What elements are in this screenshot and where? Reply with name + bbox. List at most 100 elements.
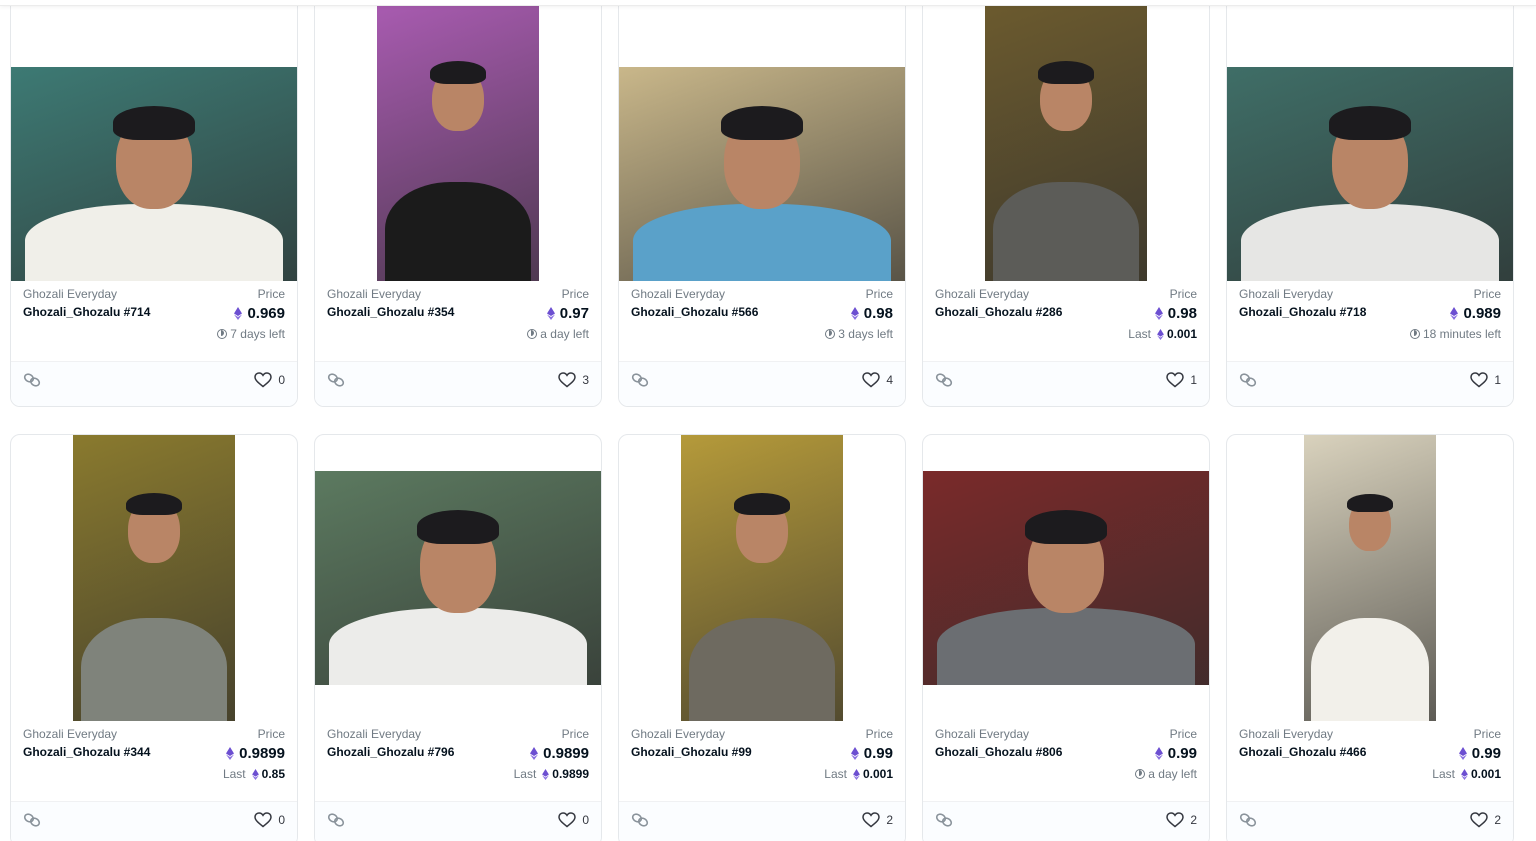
like-button[interactable]: 1 [1166, 372, 1197, 388]
collection-name[interactable]: Ghozali Everyday [327, 287, 421, 301]
link-icon[interactable] [23, 372, 41, 388]
like-button[interactable]: 2 [1470, 812, 1501, 828]
collection-name[interactable]: Ghozali Everyday [327, 727, 421, 741]
ethereum-icon [546, 307, 555, 320]
collection-name[interactable]: Ghozali Everyday [935, 287, 1029, 301]
price-amount: 0.99 [1167, 745, 1197, 762]
token-name[interactable]: Ghozali_Ghozalu #354 [327, 305, 454, 319]
like-button[interactable]: 2 [1166, 812, 1197, 828]
price-amount: 0.98 [1167, 305, 1197, 322]
link-icon[interactable] [1239, 812, 1257, 828]
nft-card[interactable]: Ghozali Everyday Ghozali_Ghozalu #566 Pr… [618, 0, 906, 407]
ethereum-icon [234, 307, 243, 320]
nft-info: Ghozali Everyday Ghozali_Ghozalu #796 Pr… [327, 727, 589, 787]
price-value: 0.97 [546, 305, 589, 322]
collection-name[interactable]: Ghozali Everyday [23, 287, 117, 301]
nft-card[interactable]: Ghozali Everyday Ghozali_Ghozalu #286 Pr… [922, 0, 1210, 407]
clock-icon [1135, 769, 1146, 779]
nft-info: Ghozali Everyday Ghozali_Ghozalu #718 Pr… [1239, 287, 1501, 347]
like-count: 0 [582, 813, 589, 827]
nft-media[interactable] [1227, 0, 1513, 281]
nft-media[interactable] [619, 435, 905, 721]
like-button[interactable]: 2 [862, 812, 893, 828]
nft-media[interactable] [619, 0, 905, 281]
like-count: 2 [1494, 813, 1501, 827]
nft-card[interactable]: Ghozali Everyday Ghozali_Ghozalu #718 Pr… [1226, 0, 1514, 407]
time-left: a day left [1148, 767, 1197, 781]
price-subline: Last 0.85 [223, 767, 285, 781]
token-name[interactable]: Ghozali_Ghozalu #718 [1239, 305, 1366, 319]
collection-name[interactable]: Ghozali Everyday [935, 727, 1029, 741]
nft-photo [681, 435, 843, 721]
nft-card[interactable]: Ghozali Everyday Ghozali_Ghozalu #99 Pri… [618, 434, 906, 841]
price-subline: Last 0.001 [1432, 767, 1501, 781]
card-footer: 0 [11, 801, 297, 841]
nft-media[interactable] [11, 0, 297, 281]
token-name[interactable]: Ghozali_Ghozalu #796 [327, 745, 454, 759]
heart-icon [1470, 372, 1489, 388]
price-amount: 0.9899 [239, 745, 285, 762]
time-left: 18 minutes left [1422, 327, 1501, 341]
collection-name[interactable]: Ghozali Everyday [1239, 287, 1333, 301]
price-value: 0.98 [1154, 305, 1197, 322]
nft-card[interactable]: Ghozali Everyday Ghozali_Ghozalu #466 Pr… [1226, 434, 1514, 841]
ethereum-icon [1157, 328, 1164, 340]
nft-media[interactable] [923, 0, 1209, 281]
link-icon[interactable] [935, 372, 953, 388]
nft-info: Ghozali Everyday Ghozali_Ghozalu #354 Pr… [327, 287, 589, 347]
link-icon[interactable] [23, 812, 41, 828]
collection-name[interactable]: Ghozali Everyday [23, 727, 117, 741]
link-icon[interactable] [327, 372, 345, 388]
nft-card[interactable]: Ghozali Everyday Ghozali_Ghozalu #354 Pr… [314, 0, 602, 407]
heart-icon [862, 812, 881, 828]
nft-media[interactable] [1227, 435, 1513, 721]
ethereum-icon [1450, 307, 1459, 320]
collection-name[interactable]: Ghozali Everyday [631, 287, 725, 301]
like-count: 3 [582, 373, 589, 387]
nft-media[interactable] [11, 435, 297, 721]
card-footer: 4 [619, 361, 905, 406]
token-name[interactable]: Ghozali_Ghozalu #714 [23, 305, 150, 319]
nft-card[interactable]: Ghozali Everyday Ghozali_Ghozalu #714 Pr… [10, 0, 298, 407]
like-button[interactable]: 0 [558, 812, 589, 828]
heart-icon [558, 372, 577, 388]
link-icon[interactable] [631, 372, 649, 388]
like-button[interactable]: 0 [254, 812, 285, 828]
price-value: 0.9899 [226, 745, 285, 762]
nft-media[interactable] [923, 435, 1209, 721]
price-subline: 3 days left [825, 327, 893, 341]
token-name[interactable]: Ghozali_Ghozalu #286 [935, 305, 1062, 319]
like-button[interactable]: 3 [558, 372, 589, 388]
link-icon[interactable] [935, 812, 953, 828]
token-name[interactable]: Ghozali_Ghozalu #466 [1239, 745, 1366, 759]
nft-card[interactable]: Ghozali Everyday Ghozali_Ghozalu #796 Pr… [314, 434, 602, 841]
like-button[interactable]: 1 [1470, 372, 1501, 388]
link-icon[interactable] [631, 812, 649, 828]
nft-info: Ghozali Everyday Ghozali_Ghozalu #99 Pri… [631, 727, 893, 787]
token-name[interactable]: Ghozali_Ghozalu #806 [935, 745, 1062, 759]
last-sale-label: Last [513, 767, 537, 781]
nft-card[interactable]: Ghozali Everyday Ghozali_Ghozalu #806 Pr… [922, 434, 1210, 841]
price-subline: a day left [1135, 767, 1197, 781]
like-count: 1 [1494, 373, 1501, 387]
token-name[interactable]: Ghozali_Ghozalu #566 [631, 305, 758, 319]
like-button[interactable]: 0 [254, 372, 285, 388]
heart-icon [862, 372, 881, 388]
link-icon[interactable] [1239, 372, 1257, 388]
collection-name[interactable]: Ghozali Everyday [1239, 727, 1333, 741]
like-count: 0 [278, 373, 285, 387]
link-icon[interactable] [327, 812, 345, 828]
collection-name[interactable]: Ghozali Everyday [631, 727, 725, 741]
nft-media[interactable] [315, 435, 601, 721]
heart-icon [1166, 812, 1185, 828]
like-button[interactable]: 4 [862, 372, 893, 388]
nft-card[interactable]: Ghozali Everyday Ghozali_Ghozalu #344 Pr… [10, 434, 298, 841]
token-name[interactable]: Ghozali_Ghozalu #99 [631, 745, 752, 759]
nft-info: Ghozali Everyday Ghozali_Ghozalu #344 Pr… [23, 727, 285, 787]
clock-icon [217, 329, 228, 339]
last-sale-label: Last [824, 767, 847, 781]
ethereum-icon [850, 747, 859, 760]
price-label: Price [865, 287, 893, 301]
nft-media[interactable] [315, 0, 601, 281]
token-name[interactable]: Ghozali_Ghozalu #344 [23, 745, 150, 759]
